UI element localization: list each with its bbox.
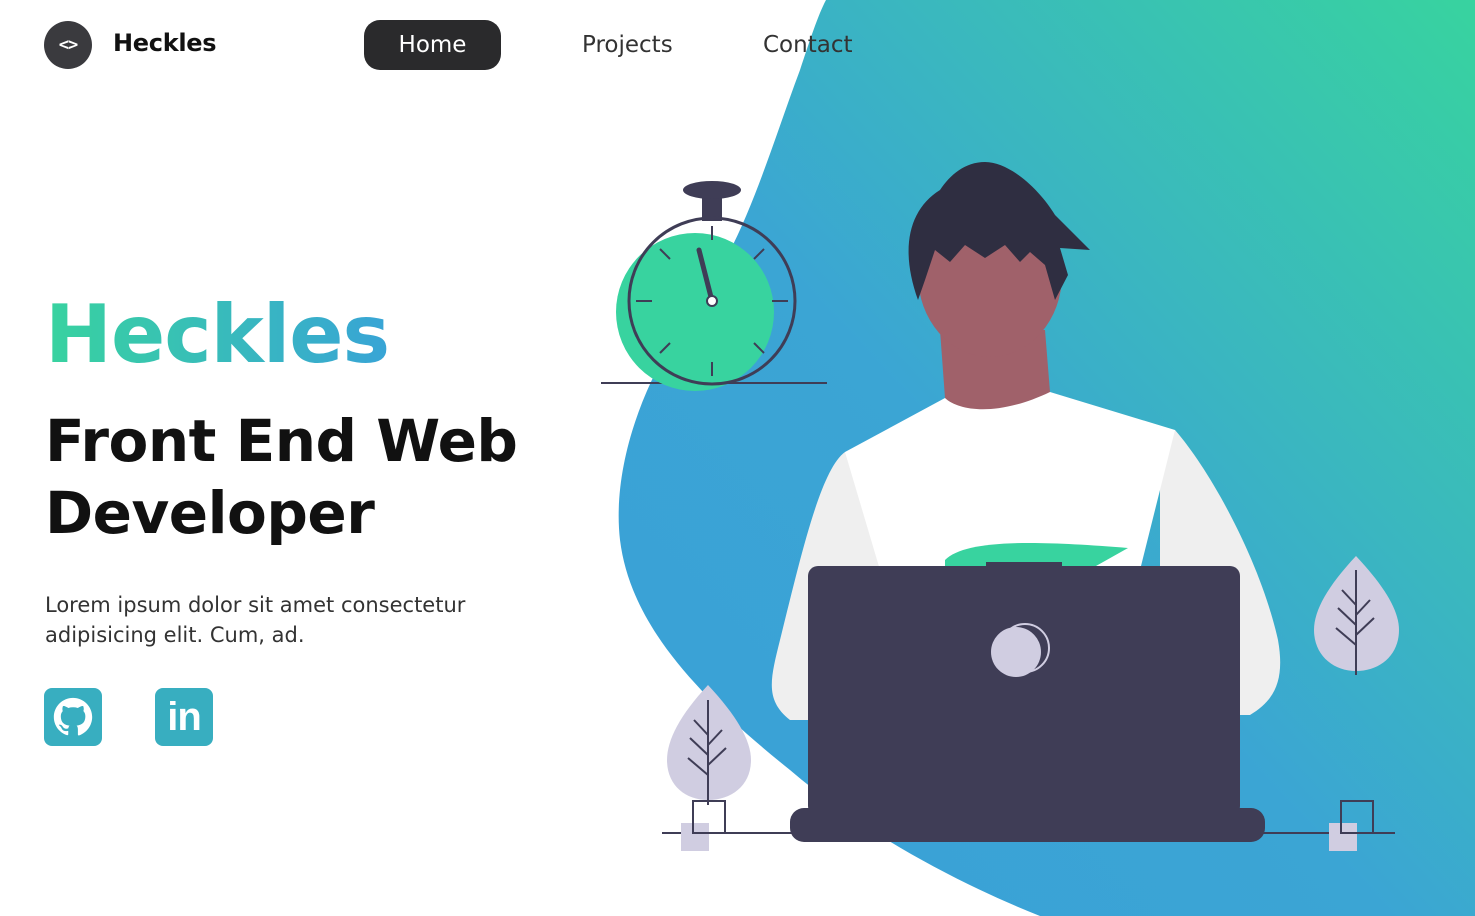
hero-description: Lorem ipsum dolor sit amet consectetur a…	[45, 593, 466, 647]
nav-home[interactable]: Home	[364, 20, 501, 70]
brand-name[interactable]: Heckles	[113, 29, 217, 57]
logo-icon[interactable]: <>	[44, 21, 92, 69]
logo-glyph: <>	[58, 35, 79, 55]
laptop-icon	[790, 562, 1265, 842]
github-icon	[53, 697, 93, 736]
top-nav: <> Heckles Home Projects Contact	[0, 0, 1475, 90]
hero-title: Front End Web Developer	[45, 407, 518, 547]
plant-left-icon	[662, 685, 800, 851]
linkedin-icon: in	[167, 695, 202, 739]
hero-name: Heckles	[45, 288, 390, 381]
github-button[interactable]	[44, 688, 102, 746]
plant-right-icon	[1260, 556, 1399, 851]
linkedin-button[interactable]: in	[155, 688, 213, 746]
nav-contact[interactable]: Contact	[763, 20, 852, 70]
nav-projects[interactable]: Projects	[582, 20, 673, 70]
developer-illustration	[601, 162, 1399, 851]
stopwatch-icon	[601, 181, 827, 391]
